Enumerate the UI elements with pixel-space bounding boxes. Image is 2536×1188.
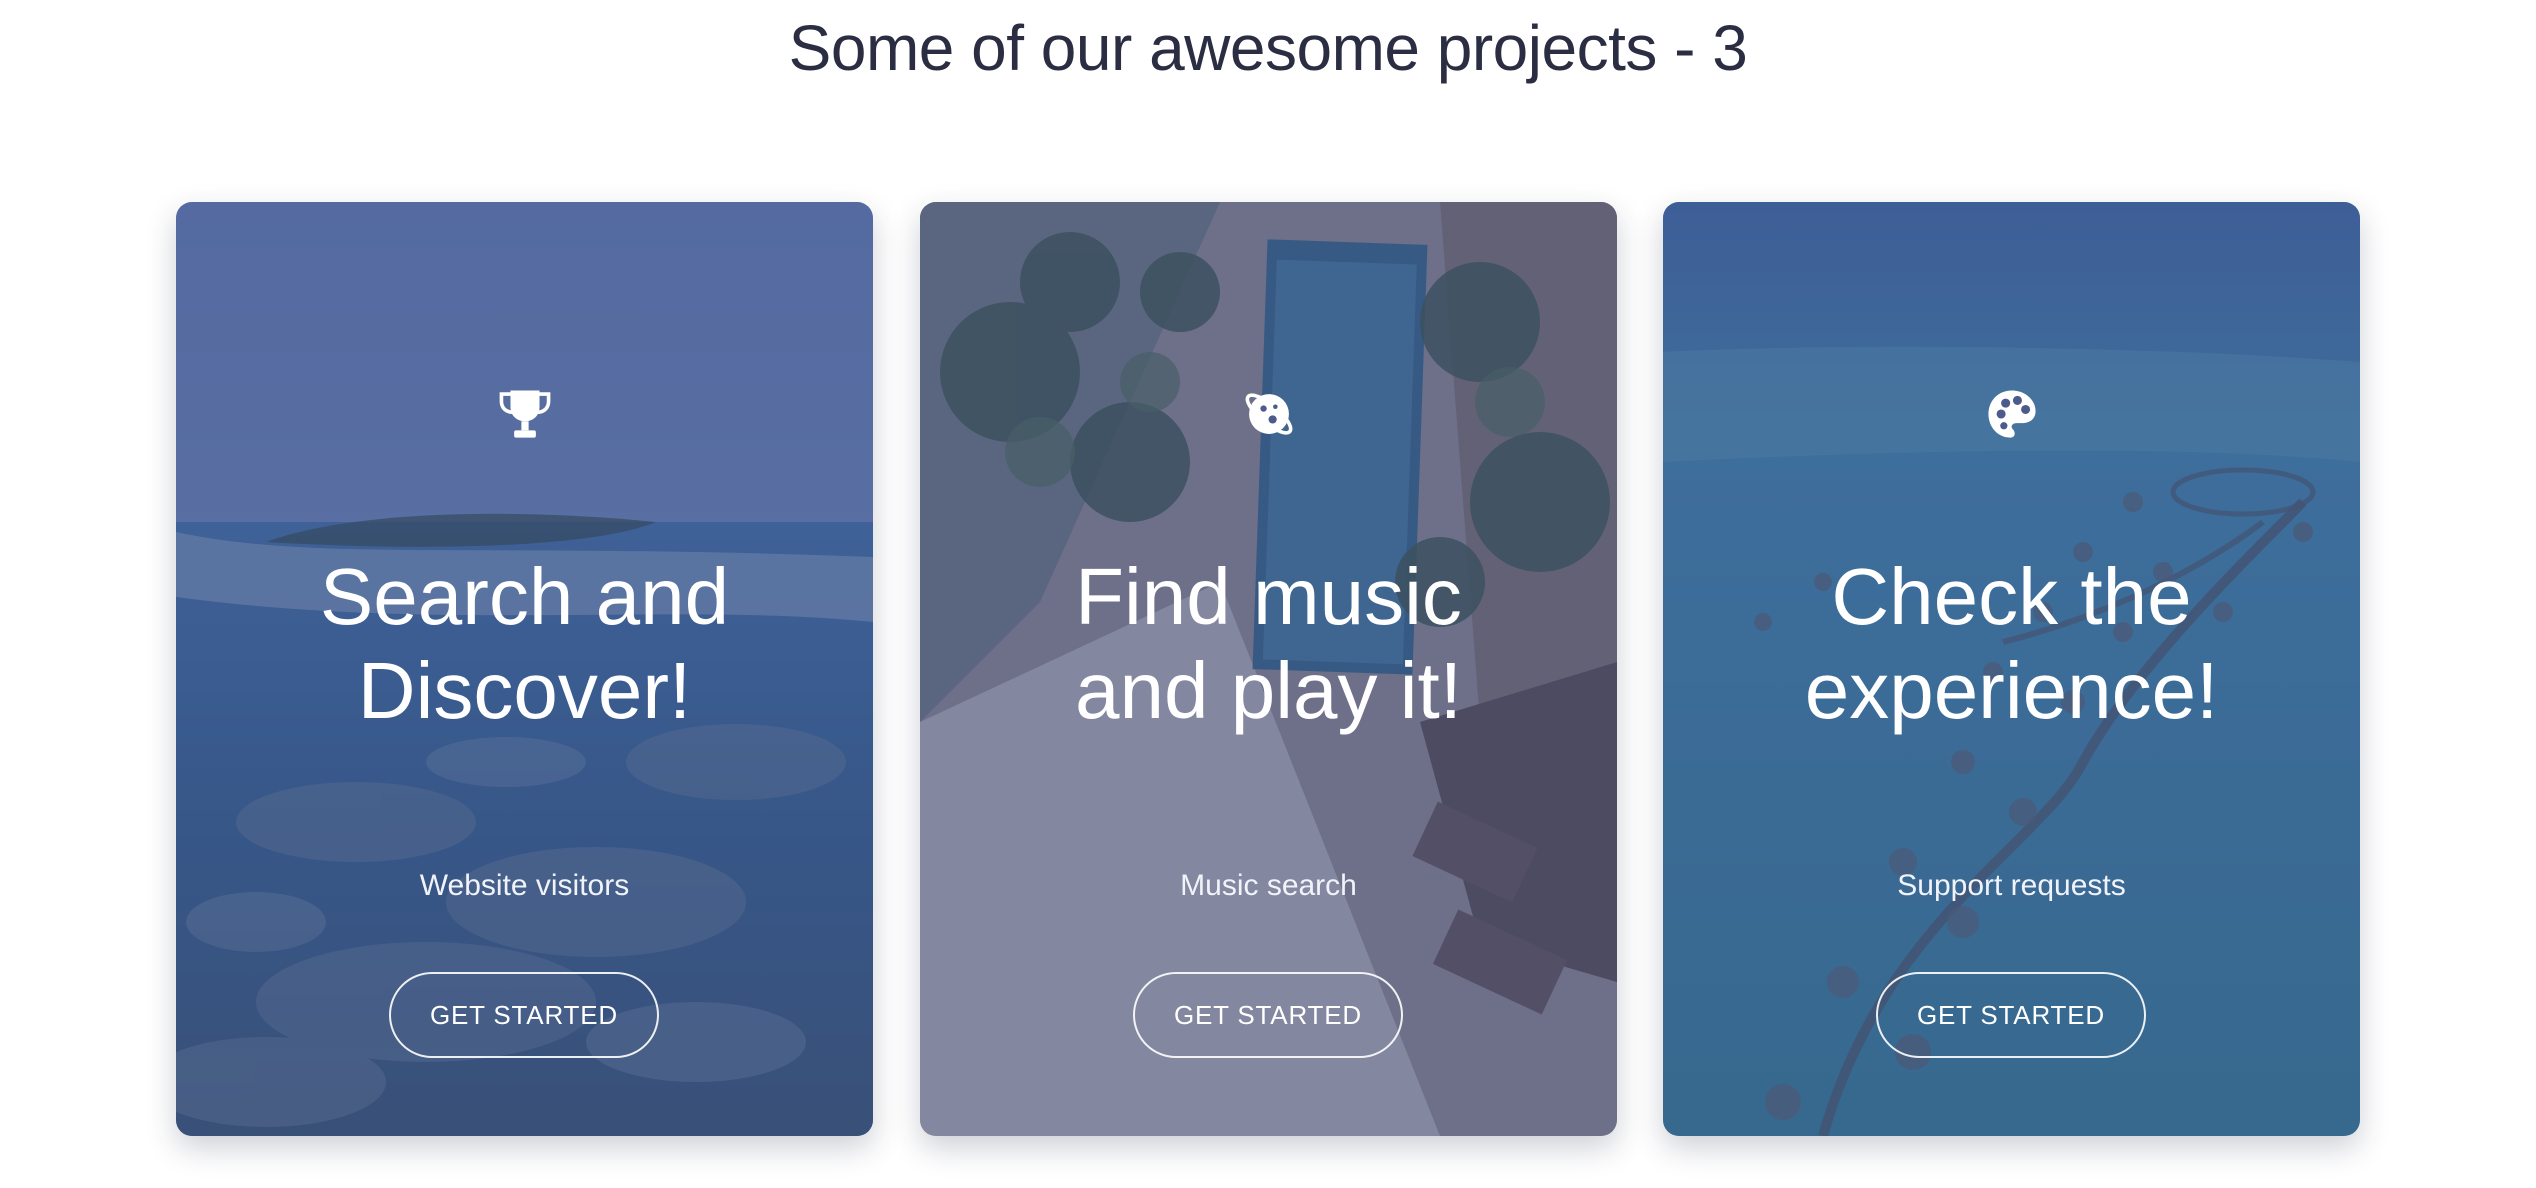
planet-icon — [920, 382, 1617, 446]
card-subtitle: Website visitors — [419, 869, 630, 902]
palette-icon — [1663, 382, 2360, 446]
project-card-search: Search and Discover! Website visitors GE… — [176, 202, 873, 1136]
get-started-button[interactable]: GET STARTED — [389, 972, 659, 1058]
card-title: Search and Discover! — [216, 550, 833, 738]
project-cards: Search and Discover! Website visitors GE… — [176, 202, 2360, 1136]
card-body: Find music and play it! Music search GET… — [920, 202, 1617, 1136]
card-title-line-1: Find music — [1075, 552, 1462, 641]
card-subtitle: Music search — [1180, 869, 1357, 902]
projects-section: Some of our awesome projects - 3 Search … — [0, 0, 2536, 1188]
card-title-line-2: experience! — [1804, 646, 2219, 735]
card-title: Check the experience! — [1703, 550, 2320, 738]
get-started-button[interactable]: GET STARTED — [1133, 972, 1403, 1058]
trophy-icon — [176, 382, 873, 446]
section-title: Some of our awesome projects - 3 — [788, 12, 1748, 84]
card-title: Find music and play it! — [960, 550, 1577, 738]
project-card-music: Find music and play it! Music search GET… — [920, 202, 1617, 1136]
project-card-experience: Check the experience! Support requests G… — [1663, 202, 2360, 1136]
card-title-line-2: and play it! — [1075, 646, 1462, 735]
card-body: Check the experience! Support requests G… — [1663, 202, 2360, 1136]
card-body: Search and Discover! Website visitors GE… — [176, 202, 873, 1136]
card-subtitle: Support requests — [1897, 869, 2126, 902]
get-started-button[interactable]: GET STARTED — [1876, 972, 2146, 1058]
card-title-line-1: Check the — [1831, 552, 2192, 641]
card-title-line-1: Search and — [319, 552, 730, 641]
card-title-line-2: Discover! — [357, 646, 692, 735]
